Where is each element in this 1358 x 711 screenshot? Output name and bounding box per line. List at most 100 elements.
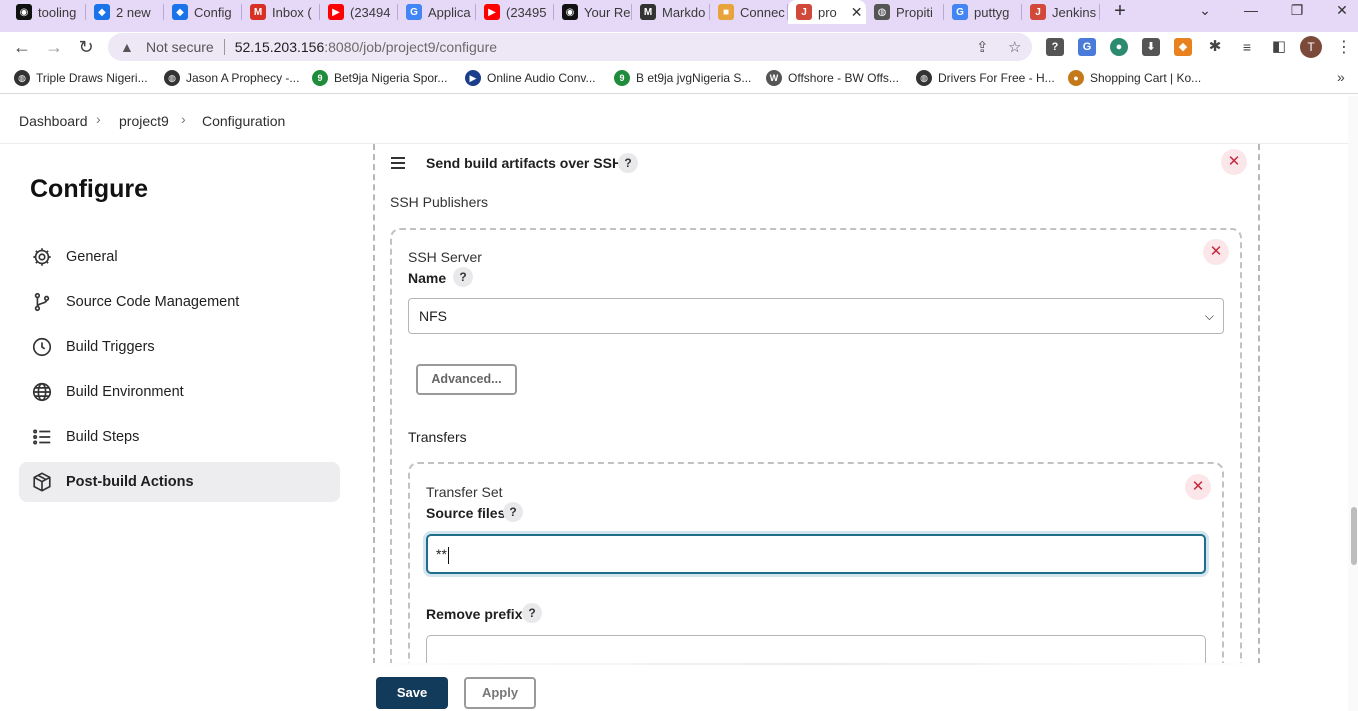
bookmark-item[interactable]: ◍ Triple Draws Nigeri...	[14, 70, 148, 86]
page-title: Configure	[30, 175, 149, 203]
side-panel-icon[interactable]: ◧	[1270, 38, 1288, 56]
bookmark-item[interactable]: 9 B et9ja jvgNigeria S...	[614, 70, 751, 86]
remove-prefix-label: Remove prefix	[426, 606, 523, 622]
share-icon[interactable]: ⇪	[976, 38, 989, 56]
browser-tab[interactable]: ◉ tooling	[8, 0, 86, 24]
tab-title: Your Re	[584, 4, 631, 20]
browser-tab[interactable]: ▶ (23494	[320, 0, 398, 24]
branch-icon	[31, 291, 53, 313]
bookmark-label: Shopping Cart | Ko...	[1090, 71, 1202, 85]
breadcrumb-configuration[interactable]: Configuration	[202, 113, 285, 129]
translate-extension-icon[interactable]: G	[1078, 38, 1096, 56]
bookmark-item[interactable]: ◍ Drivers For Free - H...	[916, 70, 1055, 86]
forward-icon[interactable]: →	[43, 36, 65, 58]
maximize-button[interactable]: ❐	[1288, 2, 1306, 19]
browser-menu-icon[interactable]: ⋮	[1336, 37, 1352, 57]
media-control-icon[interactable]: ≡	[1238, 38, 1256, 56]
profile-avatar[interactable]: T	[1300, 36, 1322, 58]
address-divider	[223, 39, 225, 55]
bookmark-item[interactable]: ▶ Online Audio Conv...	[465, 70, 596, 86]
name-help-icon[interactable]: ?	[453, 267, 473, 287]
sidebar-item-general[interactable]: General	[19, 237, 340, 277]
sidebar-item-label: Build Environment	[66, 384, 184, 400]
download-extension-icon[interactable]: ⬇	[1142, 38, 1160, 56]
offshore-icon: W	[766, 70, 782, 86]
jenkins-icon: J	[796, 4, 812, 20]
tab-title: Jenkins	[1052, 4, 1097, 20]
extensions-puzzle-icon[interactable]: ✱	[1206, 38, 1224, 56]
url-host: 52.15.203.156	[234, 39, 325, 55]
source-files-input[interactable]: **	[426, 534, 1206, 574]
address-bar[interactable]: ▲ Not secure 52.15.203.156 :8080/job/pro…	[108, 33, 1032, 61]
browser-tab[interactable]: Jpro ✕	[788, 0, 866, 24]
bookmark-item[interactable]: ◍ Jason A Prophecy -...	[164, 70, 299, 86]
breadcrumb-chevron-icon: ›	[96, 111, 101, 127]
help-icon[interactable]: ?	[618, 153, 638, 173]
chevron-down-icon: ⌵	[1204, 309, 1214, 323]
delete-transfer-close-icon[interactable]: ✕	[1185, 474, 1211, 500]
delete-server-close-icon[interactable]: ✕	[1203, 239, 1229, 265]
sidebar-item-build-environment[interactable]: Build Environment	[19, 372, 340, 412]
back-icon[interactable]: ←	[11, 36, 33, 58]
new-tab-button[interactable]: +	[1110, 1, 1130, 21]
reload-icon[interactable]: ↻	[75, 36, 97, 58]
bet9ja-icon: 9	[312, 70, 328, 86]
apply-button[interactable]: Apply	[464, 677, 536, 709]
globe-icon: ◍	[916, 70, 932, 86]
browser-tab[interactable]: M Inbox (	[242, 0, 320, 24]
metamask-extension-icon[interactable]: ◆	[1174, 38, 1192, 56]
security-label: Not secure	[146, 39, 214, 55]
bookmark-star-icon[interactable]: ☆	[1008, 38, 1021, 56]
more-bookmarks-icon[interactable]: »	[1337, 69, 1345, 85]
browser-tab[interactable]: Gputtyg	[944, 0, 1022, 24]
page-scrollbar[interactable]	[1348, 96, 1358, 711]
list-icon	[31, 426, 53, 448]
scrollbar-thumb[interactable]	[1351, 507, 1357, 565]
transfers-label: Transfers	[408, 429, 467, 445]
tab-close-icon[interactable]: ✕	[851, 4, 863, 21]
action-bar-shadow	[340, 663, 1290, 665]
browser-tab[interactable]: M Markdo	[632, 0, 710, 24]
bookmark-item[interactable]: 9 Bet9ja Nigeria Spor...	[312, 70, 447, 86]
browser-tab[interactable]: ■ Connec	[710, 0, 788, 24]
cart-icon: ●	[1068, 70, 1084, 86]
sidebar-item-post-build-actions[interactable]: Post-build Actions	[19, 462, 340, 502]
browser-tab[interactable]: ▶ (23495	[476, 0, 554, 24]
remove-prefix-help-icon[interactable]: ?	[522, 603, 542, 623]
warning-icon: ▲	[120, 39, 134, 55]
close-window-button[interactable]: ✕	[1333, 2, 1351, 19]
save-button[interactable]: Save	[376, 677, 448, 709]
sidebar-item-build-triggers[interactable]: Build Triggers	[19, 327, 340, 367]
select-value: NFS	[419, 308, 447, 324]
browser-tab[interactable]: ◆ 2 new	[86, 0, 164, 24]
breadcrumb-dashboard[interactable]: Dashboard	[19, 113, 88, 129]
tab-title: 2 new	[116, 4, 151, 20]
ssh-server-name-select[interactable]: NFS ⌵	[408, 298, 1224, 334]
browser-tab[interactable]: ◆ Config	[164, 0, 242, 24]
browser-tab[interactable]: G Applica	[398, 0, 476, 24]
tab-title: (23494	[350, 4, 391, 20]
delete-section-close-icon[interactable]: ✕	[1221, 149, 1247, 175]
browser-tab[interactable]: J Jenkins	[1022, 0, 1100, 24]
breadcrumb-project[interactable]: project9	[119, 113, 169, 129]
bookmarks-bar: ◍ Triple Draws Nigeri... ◍ Jason A Prophecy…	[0, 62, 1358, 94]
sidebar-item-source-code-management[interactable]: Source Code Management	[19, 282, 340, 322]
sidebar-item-build-steps[interactable]: Build Steps	[19, 417, 340, 457]
help-extension-icon[interactable]: ?	[1046, 38, 1064, 56]
browser-tab[interactable]: ◉ Your Re	[554, 0, 632, 24]
bookmark-item[interactable]: ● Shopping Cart | Ko...	[1068, 70, 1201, 86]
globe-icon: ◍	[874, 4, 890, 20]
bookmark-label: Online Audio Conv...	[487, 71, 596, 85]
source-files-help-icon[interactable]: ?	[503, 502, 523, 522]
bookmark-item[interactable]: W Offshore - BW Offs...	[766, 70, 899, 86]
cube-icon	[31, 471, 53, 493]
grammar-extension-icon[interactable]: ●	[1110, 38, 1128, 56]
tab-title: tooling	[38, 4, 77, 20]
advanced-button[interactable]: Advanced...	[416, 364, 517, 395]
drag-handle-icon[interactable]	[391, 157, 405, 169]
browser-tabstrip: ◉ tooling ◆ 2 new ◆ Config M Inbox (▶ (23494 G App…	[0, 0, 1358, 32]
minimize-button[interactable]: —	[1242, 2, 1260, 18]
tab-search-icon[interactable]: ⌄	[1196, 2, 1214, 19]
bet9ja-icon: 9	[614, 70, 630, 86]
browser-tab[interactable]: ◍ Propiti	[866, 0, 944, 24]
